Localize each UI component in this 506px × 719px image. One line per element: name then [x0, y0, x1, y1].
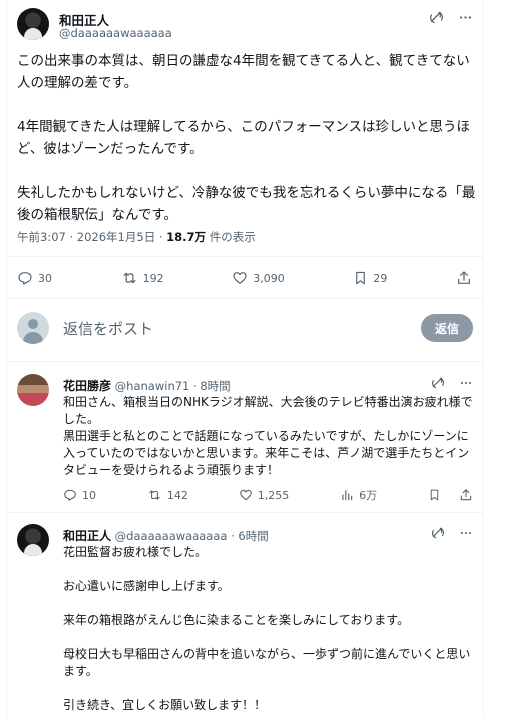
author-name[interactable]: 和田正人	[63, 529, 111, 543]
reply-tweet[interactable]: 和田正人 @daaaaaawaaaaaa · 6時間 花田監督お疲れ様でした。 …	[17, 524, 477, 719]
grok-icon[interactable]	[431, 526, 445, 540]
retweet-action[interactable]: 142	[147, 488, 188, 502]
reply-input[interactable]: 返信をポスト	[63, 318, 153, 339]
tweet-paragraph: 4年間観てきた人は理解してるから、このパフォーマンスは珍しいと思うほど、彼はゾー…	[17, 119, 471, 157]
reply-count: 10	[82, 488, 96, 502]
reply-time[interactable]: 8時間	[200, 379, 230, 393]
like-count: 1,255	[257, 488, 290, 502]
retweet-count: 142	[166, 488, 188, 502]
view-count[interactable]: 18.7万	[166, 230, 206, 244]
retweet-icon	[149, 490, 160, 500]
bookmark-count: 29	[373, 271, 388, 285]
grok-icon[interactable]	[431, 376, 445, 390]
reply-action[interactable]: 30	[17, 270, 52, 286]
reply-text: 花田監督お疲れ様でした。 お心遣いに感謝申し上げます。 来年の箱根路がえんじ色に…	[63, 544, 475, 714]
reply-line: 黒田選手と私とのことで話題になっているみたいですが、たしかにゾーンに入っていたの…	[63, 429, 470, 477]
heart-icon	[239, 489, 252, 501]
avatar[interactable]	[17, 524, 49, 556]
share-icon[interactable]	[459, 488, 473, 502]
divider	[7, 361, 483, 362]
tweet-meta: 午前3:07 · 2026年1月5日 · 18.7万 件の表示	[17, 230, 256, 244]
divider	[7, 298, 483, 299]
main-action-bar: 30 192 3,090 29	[17, 268, 472, 288]
reply-time[interactable]: 6時間	[238, 529, 268, 543]
retweet-icon	[123, 272, 136, 284]
reply-button[interactable]: 返信	[421, 314, 473, 342]
view-count: 6万	[359, 489, 378, 502]
author-name[interactable]: 花田勝彦	[63, 379, 111, 393]
reply-count: 30	[38, 271, 52, 285]
like-action[interactable]: 1,255	[239, 488, 290, 502]
author-handle[interactable]: @hanawin71	[115, 379, 190, 393]
like-count: 3,090	[253, 271, 285, 285]
more-icon[interactable]	[459, 526, 473, 540]
share-icon	[458, 271, 470, 284]
reply-line: 引き続き、宜しくお願い致します！！	[63, 698, 267, 712]
share-action[interactable]	[456, 270, 472, 286]
heart-icon	[233, 272, 247, 284]
retweet-count: 192	[142, 271, 164, 285]
reply-icon	[18, 272, 32, 285]
divider	[7, 512, 483, 513]
reply-text: 和田さん、箱根当日のNHKラジオ解説、大会後のテレビ特番出演お疲れ様でした。 黒…	[63, 394, 475, 479]
author-handle[interactable]: @daaaaaawaaaaaa	[115, 529, 228, 543]
reply-line: お心遣いに感謝申し上げます。	[63, 579, 230, 593]
reply-line: 和田さん、箱根当日のNHKラジオ解説、大会後のテレビ特番出演お疲れ様でした。	[63, 395, 473, 426]
reply-header: 和田正人 @daaaaaawaaaaaa · 6時間	[63, 529, 269, 543]
main-tweet-header: 和田正人 @daaaaaawaaaaaa	[17, 8, 477, 42]
tweet-paragraph: この出来事の本質は、朝日の謙虚な4年間を観てきてる人と、観てきてない人の理解の差…	[17, 53, 470, 91]
reply-tweet[interactable]: 花田勝彦 @hanawin71 · 8時間 和田さん、箱根当日のNHKラジオ解説…	[17, 374, 477, 512]
reply-line: 花田監督お疲れ様でした。	[63, 545, 208, 559]
reply-end-actions	[428, 488, 473, 502]
tweet-time[interactable]: 午前3:07 · 2026年1月5日	[17, 230, 155, 244]
tweet-text: この出来事の本質は、朝日の謙虚な4年間を観てきてる人と、観てきてない人の理解の差…	[17, 50, 477, 226]
reply-action-bar: 10 142 1,255 6万	[63, 485, 473, 505]
analytics-icon	[342, 490, 353, 501]
view-label: 件の表示	[206, 230, 256, 244]
reply-header: 花田勝彦 @hanawin71 · 8時間	[63, 379, 231, 393]
timeline: 和田正人 @daaaaaawaaaaaa この出来事の本質は、朝日の謙虚な4年間…	[6, 0, 484, 719]
reply-line: 母校日大も早稲田さんの背中を追いながら、一歩ずつ前に進んでいくと思います。	[63, 647, 471, 678]
reply-action[interactable]: 10	[63, 488, 96, 502]
more-icon[interactable]	[459, 376, 473, 390]
more-icon[interactable]	[458, 10, 473, 25]
like-action[interactable]: 3,090	[232, 270, 285, 286]
author-handle[interactable]: @daaaaaawaaaaaa	[59, 26, 172, 40]
bookmark-icon[interactable]	[428, 488, 441, 502]
grok-icon[interactable]	[429, 10, 444, 25]
avatar[interactable]	[17, 8, 49, 40]
avatar	[17, 312, 49, 344]
views-action[interactable]: 6万	[340, 487, 377, 503]
reply-icon	[64, 489, 76, 501]
tweet-paragraph: 失礼したかもしれないけど、冷静な彼でも我を忘れるくらい夢中になる「最後の箱根駅伝…	[17, 185, 476, 223]
avatar[interactable]	[17, 374, 49, 406]
retweet-action[interactable]: 192	[121, 270, 164, 286]
reply-line: 来年の箱根路がえんじ色に染まることを楽しみにしております。	[63, 613, 410, 627]
divider	[7, 256, 483, 257]
reply-composer: 返信をポスト 返信	[17, 310, 477, 346]
bookmark-action[interactable]: 29	[353, 270, 387, 286]
bookmark-icon	[356, 271, 366, 285]
